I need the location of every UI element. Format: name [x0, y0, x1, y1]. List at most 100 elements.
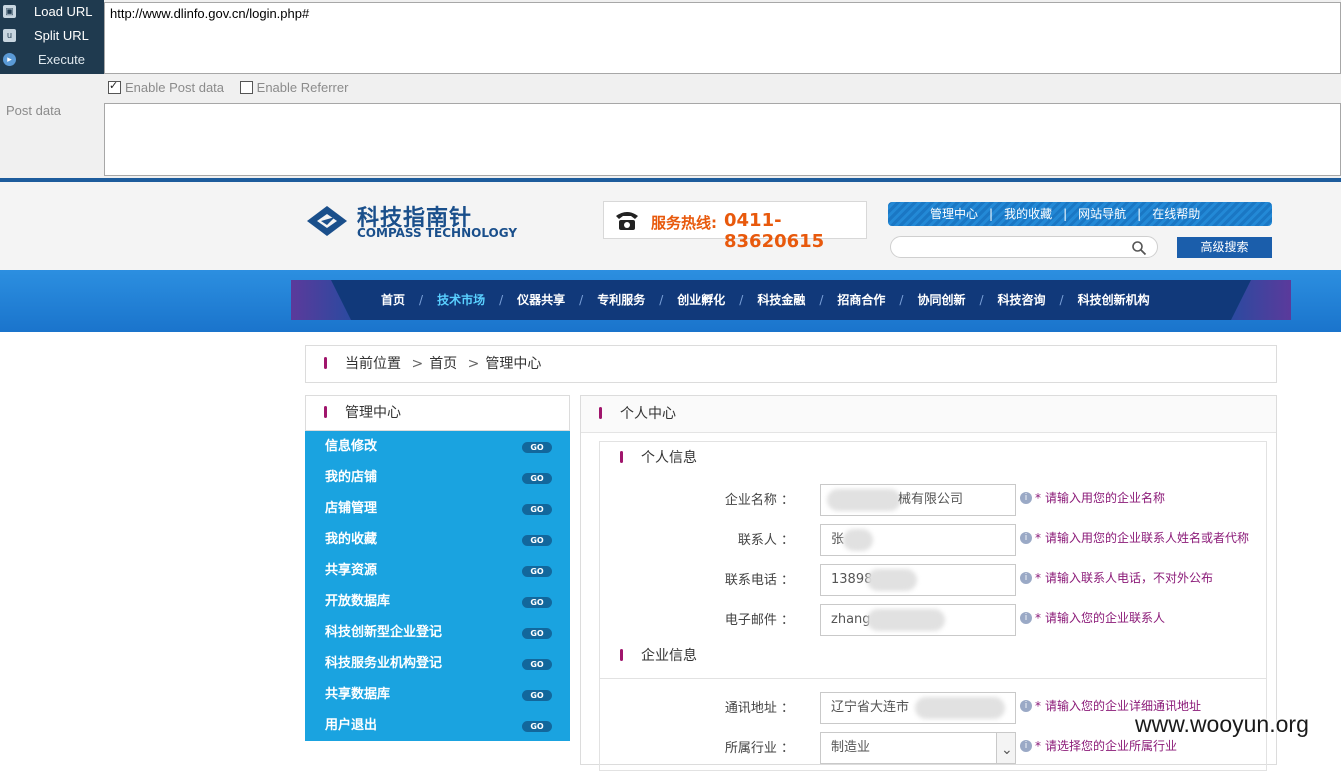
nav-item-incubation[interactable]: 创业孵化	[677, 280, 725, 320]
top-links-bar: 管理中心 | 我的收藏 | 网站导航 | 在线帮助	[888, 202, 1272, 226]
info-icon: i	[1020, 491, 1032, 504]
sidebar-item-innovative-enterprise[interactable]: 科技创新型企业登记 GO	[305, 617, 570, 648]
sidebar-item-logout[interactable]: 用户退出 GO	[305, 710, 570, 741]
redaction-blur	[915, 697, 1005, 719]
company-name-input[interactable]: 械有限公司	[820, 484, 1016, 516]
industry-select[interactable]: 制造业	[820, 732, 1016, 764]
sidebar: 管理中心 信息修改 GO 我的店铺 GO 店铺管理 GO 我的收藏 GO 共享资源 GO …	[305, 395, 570, 741]
info-icon: i	[1020, 531, 1032, 544]
go-badge: GO	[522, 690, 552, 701]
top-link-favorites[interactable]: 我的收藏	[1004, 202, 1052, 226]
field-hint: i * 请输入您的企业联系人	[1020, 604, 1165, 632]
split-url-icon: u	[3, 29, 16, 42]
panel-header: 个人中心	[581, 396, 1276, 433]
sidebar-item-shared-resources[interactable]: 共享资源 GO	[305, 555, 570, 586]
hackbar-menu: ▣ Load URL u Split URL ▸ Execute	[0, 0, 104, 74]
field-hint: i * 请输入用您的企业名称	[1020, 484, 1165, 512]
nav-item-innovation-orgs[interactable]: 科技创新机构	[1078, 280, 1150, 320]
advanced-search-button[interactable]: 高级搜索	[1177, 237, 1272, 258]
section-marker	[620, 649, 623, 661]
section-marker	[620, 451, 623, 463]
phone-input[interactable]: 13898	[820, 564, 1016, 596]
form-row-email: 电子邮件 ： zhang i * 请输入您的企业联系人	[600, 604, 1266, 638]
sidebar-item-open-database[interactable]: 开放数据库 GO	[305, 586, 570, 617]
redaction-blur	[867, 609, 945, 631]
top-link-separator: |	[1137, 207, 1142, 221]
field-label: 所属行业 ：	[724, 741, 794, 756]
panel-title: 个人中心	[620, 406, 676, 422]
nav-item-tech-finance[interactable]: 科技金融	[757, 280, 805, 320]
compass-logo-icon[interactable]	[305, 204, 349, 238]
referrer-checkbox[interactable]	[239, 81, 253, 95]
nav-separator: /	[419, 293, 424, 307]
field-label: 联系电话 ：	[724, 573, 794, 588]
nav-item-tech-market[interactable]: 技术市场	[437, 280, 485, 320]
enable-post-data-option[interactable]: Enable Post data	[108, 79, 224, 95]
nav-item-patent-service[interactable]: 专利服务	[597, 280, 645, 320]
nav-cap-left	[291, 280, 351, 320]
nav-separator: /	[899, 293, 904, 307]
url-textarea[interactable]: http://www.dlinfo.gov.cn/login.php#	[104, 2, 1341, 74]
top-link-sitemap[interactable]: 网站导航	[1078, 202, 1126, 226]
top-link-help[interactable]: 在线帮助	[1152, 202, 1200, 226]
go-badge: GO	[522, 659, 552, 670]
hotline-number: 0411-83620615	[724, 210, 825, 252]
section-divider	[600, 678, 1266, 679]
sidebar-item-edit-info[interactable]: 信息修改 GO	[305, 431, 570, 462]
load-url-button[interactable]: ▣ Load URL	[0, 1, 104, 23]
nav-item-consulting[interactable]: 科技咨询	[998, 280, 1046, 320]
address-input[interactable]: 辽宁省大连市	[820, 692, 1016, 724]
nav-separator: /	[819, 293, 824, 307]
enable-referrer-option[interactable]: Enable Referrer	[239, 80, 348, 95]
field-label: 联系人 ：	[737, 533, 794, 548]
section-marker	[324, 406, 327, 418]
sidebar-item-favorites[interactable]: 我的收藏 GO	[305, 524, 570, 555]
nav-item-collaboration[interactable]: 协同创新	[917, 280, 965, 320]
info-icon: i	[1020, 699, 1032, 712]
contact-name-input[interactable]: 张	[820, 524, 1016, 556]
sidebar-item-shared-database[interactable]: 共享数据库 GO	[305, 679, 570, 710]
sidebar-item-service-org[interactable]: 科技服务业机构登记 GO	[305, 648, 570, 679]
nav-separator: /	[579, 293, 584, 307]
nav-cap-right	[1231, 280, 1291, 320]
go-badge: GO	[522, 504, 552, 515]
execute-icon: ▸	[3, 53, 16, 66]
top-link-separator: |	[1063, 207, 1068, 221]
section-marker	[324, 357, 327, 369]
sidebar-title: 管理中心	[345, 405, 401, 421]
top-link-admin[interactable]: 管理中心	[930, 202, 978, 226]
sidebar-item-shop-manage[interactable]: 店铺管理 GO	[305, 493, 570, 524]
post-data-textarea[interactable]	[104, 103, 1341, 176]
nav-separator: /	[659, 293, 664, 307]
field-label: 电子邮件 ：	[724, 613, 794, 628]
search-input[interactable]	[890, 236, 1158, 258]
sidebar-item-my-shop[interactable]: 我的店铺 GO	[305, 462, 570, 493]
breadcrumb-current: 管理中心	[485, 356, 542, 372]
field-label: 企业名称 ：	[724, 493, 794, 508]
breadcrumb-separator: >	[411, 356, 424, 372]
go-badge: GO	[522, 597, 552, 608]
load-url-icon: ▣	[3, 5, 16, 18]
email-input[interactable]: zhang	[820, 604, 1016, 636]
nav-separator: /	[979, 293, 984, 307]
post-data-checkbox[interactable]	[108, 79, 121, 95]
nav-item-instrument-sharing[interactable]: 仪器共享	[517, 280, 565, 320]
hotline-label: 服务热线:	[651, 214, 717, 232]
breadcrumb-label: 当前位置	[345, 356, 401, 372]
post-data-label: Post data	[6, 103, 61, 118]
logo-subtitle: COMPASS TECHNOLOGY	[357, 226, 518, 240]
nav-item-investment[interactable]: 招商合作	[837, 280, 885, 320]
execute-button[interactable]: ▸ Execute	[0, 49, 104, 71]
breadcrumb-home[interactable]: 首页	[429, 356, 457, 372]
go-badge: GO	[522, 442, 552, 453]
chevron-down-icon[interactable]	[996, 733, 1015, 763]
section-marker	[599, 407, 602, 419]
telephone-icon	[616, 212, 638, 230]
search-icon[interactable]	[1131, 240, 1147, 256]
go-badge: GO	[522, 566, 552, 577]
form-row-contact: 联系人 ： 张 i * 请输入用您的企业联系人姓名或者代称	[600, 524, 1266, 558]
sidebar-header: 管理中心	[305, 395, 570, 431]
split-url-button[interactable]: u Split URL	[0, 25, 104, 47]
nav-item-home[interactable]: 首页	[381, 280, 405, 320]
service-hotline: 服务热线: 0411-83620615	[603, 201, 867, 252]
